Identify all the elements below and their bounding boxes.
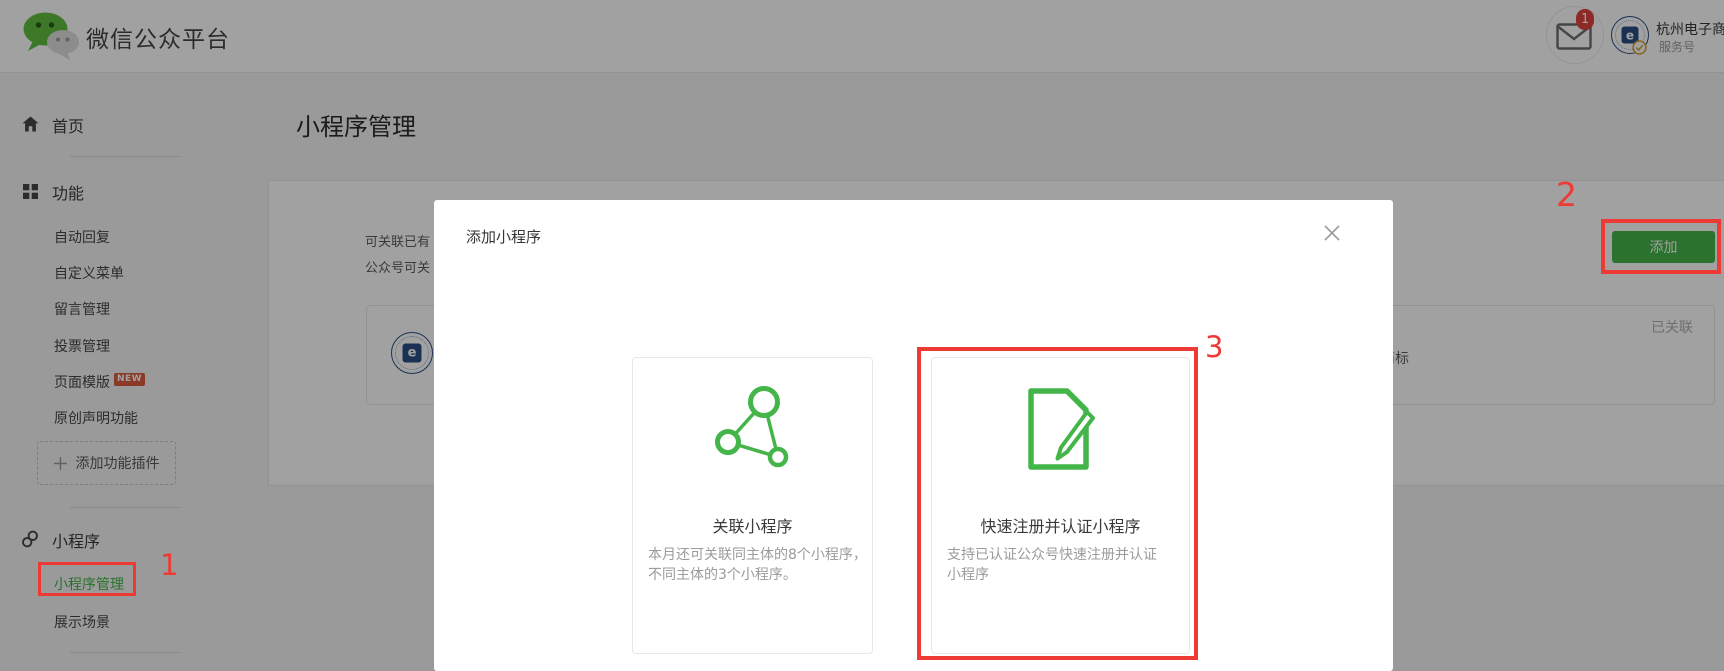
- option-title: 关联小程序: [633, 513, 872, 537]
- annotation-box-step3: [917, 347, 1198, 660]
- dialog-title: 添加小程序: [466, 226, 541, 247]
- annotation-number-1: 1: [160, 551, 178, 580]
- close-icon[interactable]: [1318, 220, 1346, 248]
- annotation-number-3: 3: [1205, 333, 1223, 362]
- annotation-box-step2: [1601, 219, 1721, 274]
- annotation-box-step1: [38, 562, 136, 596]
- link-miniprogram-option[interactable]: 关联小程序 本月还可关联同主体的8个小程序， 不同主体的3个小程序。: [632, 357, 873, 654]
- option-description: 本月还可关联同主体的8个小程序， 不同主体的3个小程序。: [648, 545, 867, 585]
- annotation-number-2: 2: [1556, 178, 1577, 211]
- add-miniprogram-dialog: 添加小程序 关联小程序 本月还可关联同主体的8个小程序， 不同主体的3个小程序。…: [434, 200, 1393, 671]
- network-nodes-icon: [712, 386, 794, 468]
